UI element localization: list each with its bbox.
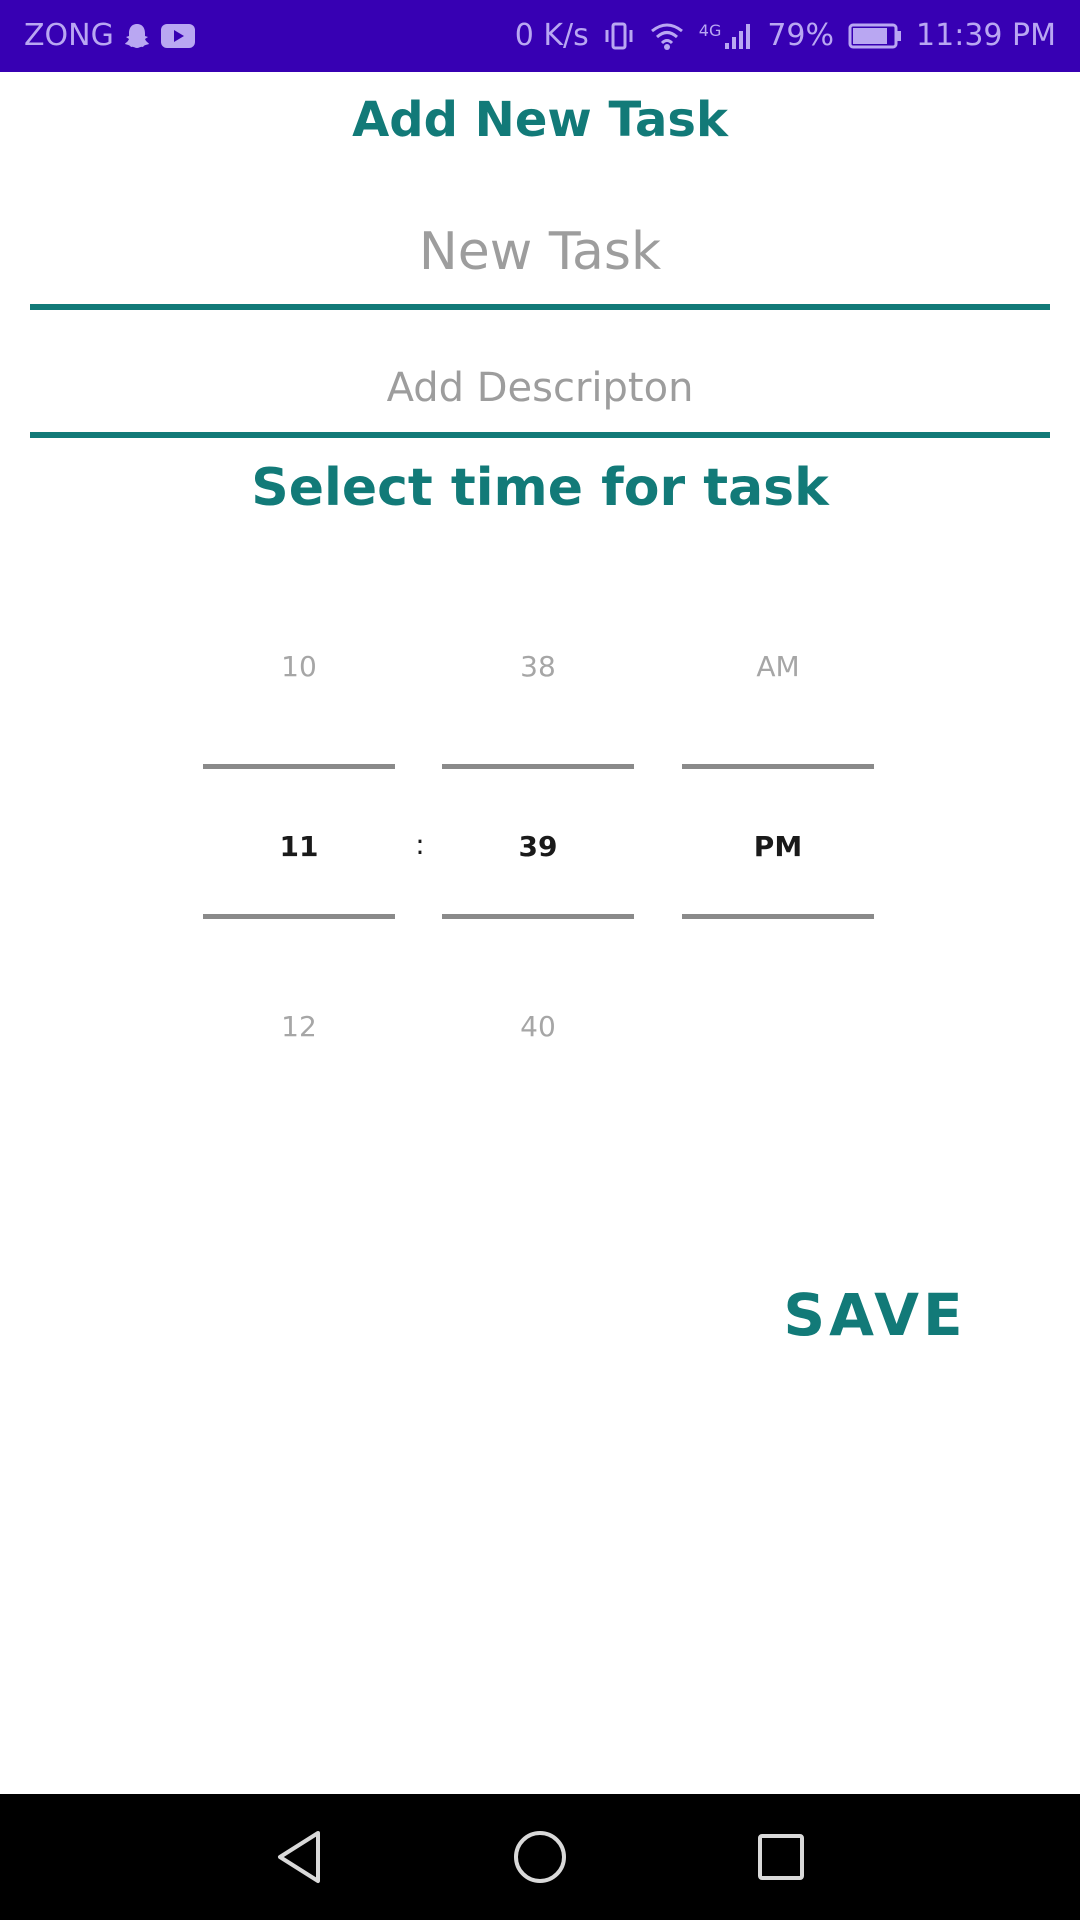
hour-divider-bottom xyxy=(203,914,395,919)
period-divider-bottom xyxy=(682,914,874,919)
minute-prev-value[interactable]: 38 xyxy=(442,650,634,683)
recents-icon[interactable] xyxy=(748,1824,814,1890)
hour-selected-value[interactable]: 11 xyxy=(203,830,395,863)
minute-picker[interactable]: 38 39 40 xyxy=(442,610,634,1050)
navigation-bar xyxy=(0,1794,1080,1920)
time-separator: : xyxy=(415,828,425,861)
wifi-icon xyxy=(649,21,685,51)
hour-prev-value[interactable]: 10 xyxy=(203,650,395,683)
hour-divider-top xyxy=(203,764,395,769)
signal-icon: 4G xyxy=(699,21,754,51)
period-selected-value[interactable]: PM xyxy=(682,830,874,863)
carrier-label: ZONG xyxy=(24,18,114,53)
task-description-input[interactable] xyxy=(30,344,1050,438)
period-picker[interactable]: AM PM xyxy=(682,610,874,1050)
page-title: Add New Task xyxy=(352,92,728,148)
home-icon[interactable] xyxy=(507,1824,573,1890)
battery-percent: 79% xyxy=(767,18,835,53)
minute-next-value[interactable]: 40 xyxy=(442,1010,634,1043)
minute-divider-bottom xyxy=(442,914,634,919)
youtube-icon xyxy=(160,22,196,50)
period-divider-top xyxy=(682,764,874,769)
network-speed: 0 K/s xyxy=(514,18,589,53)
status-left: ZONG xyxy=(24,18,196,53)
minute-divider-top xyxy=(442,764,634,769)
status-time: 11:39 PM xyxy=(916,18,1056,53)
task-title-input[interactable] xyxy=(30,200,1050,310)
snapchat-icon xyxy=(122,21,152,51)
status-right: 0 K/s 4G 79% 11:39 PM xyxy=(515,18,1056,53)
period-prev-value[interactable]: AM xyxy=(682,650,874,683)
save-button[interactable]: SAVE xyxy=(760,1270,990,1360)
back-icon[interactable] xyxy=(266,1824,332,1890)
time-section-title: Select time for task xyxy=(251,458,829,518)
battery-icon xyxy=(848,22,902,50)
network-type: 4G xyxy=(698,20,722,40)
vibrate-icon xyxy=(603,20,635,52)
status-bar: ZONG 0 K/s 4G 79% 11:39 PM xyxy=(0,0,1080,72)
hour-next-value[interactable]: 12 xyxy=(203,1010,395,1043)
hour-picker[interactable]: 10 11 12 xyxy=(203,610,395,1050)
minute-selected-value[interactable]: 39 xyxy=(442,830,634,863)
